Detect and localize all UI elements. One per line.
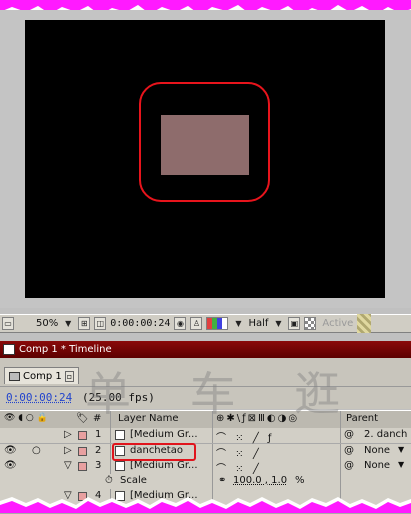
parent-dropdown-icon[interactable]: ▼ (398, 460, 404, 469)
solo-icon[interactable]: ○ (32, 445, 41, 456)
timeline-window-title: Comp 1 * Timeline (19, 344, 112, 355)
timeline-tab-row: Comp 1 ▫ (0, 358, 411, 387)
property-row-scale[interactable]: ⏱ Scale ⚭ 100.0 , 1.0 % (0, 474, 411, 490)
layer-name[interactable]: [Medium Gr... (130, 460, 198, 471)
tab-comp-1-label: Comp 1 (23, 370, 62, 382)
scale-unit: % (295, 475, 305, 486)
pickwhip-icon[interactable]: @ (344, 445, 354, 456)
label-color-swatch[interactable] (78, 431, 87, 440)
rgb-channels-icon[interactable] (206, 317, 229, 330)
resolution-select[interactable]: Half (248, 318, 268, 329)
timeline-current-time[interactable]: 0:00:00:24 (6, 391, 72, 404)
layer-row-2[interactable]: 👁 ○ ▷ 2 danchetao ⌒ ⁙ ╱ @ None ▼ (0, 444, 411, 460)
timeline-time-row: 0:00:00:24 (25.00 fps) (0, 387, 411, 409)
active-camera-select[interactable]: Active (322, 318, 353, 329)
stopwatch-icon[interactable]: ⏱ (105, 475, 113, 486)
layer-name[interactable]: [Medium Gr... (130, 429, 198, 440)
panel-resize-grip[interactable] (357, 314, 372, 333)
expand-arrow-icon[interactable]: ▷ (64, 429, 72, 440)
layer-switches[interactable]: ⌒ ⁙ ╱ (216, 445, 262, 460)
visibility-eye-icon[interactable]: 👁 (4, 460, 17, 471)
resolution-dropdown-icon[interactable]: ▼ (272, 317, 284, 330)
pickwhip-icon[interactable]: @ (344, 460, 354, 471)
snapshot-icon[interactable]: ◫ (94, 317, 107, 330)
tab-close-icon[interactable]: ▫ (64, 370, 75, 382)
expand-arrow-icon[interactable]: ▷ (64, 445, 72, 456)
parent-select[interactable]: 2. danch (364, 429, 407, 440)
always-preview-icon[interactable]: ▭ (2, 317, 14, 330)
comp-icon (9, 371, 20, 381)
parent-dropdown-icon[interactable]: ▼ (398, 445, 404, 454)
frame-rate: (25.00 fps) (82, 391, 155, 404)
layer-switches[interactable]: ⌒ ⁙ ╱ (216, 460, 262, 475)
layer-number: 3 (95, 460, 102, 471)
parent-column-header[interactable]: Parent (346, 413, 378, 424)
parent-select[interactable]: None (364, 445, 390, 456)
label-column-icon: 🏷 (76, 413, 89, 424)
red-highlight-outline (139, 82, 270, 202)
layer-name-column-header[interactable]: Layer Name (118, 413, 179, 424)
layer-switches[interactable]: ⌒ ⁙ ╱ ƒ (216, 429, 274, 444)
switches-header-icon: ⊕✱\ƒ⊠Ⅲ◐◑◎ (216, 413, 300, 424)
tab-comp-1[interactable]: Comp 1 ▫ (4, 367, 80, 384)
parent-select[interactable]: None (364, 460, 390, 471)
timeline-window-icon (3, 344, 15, 355)
torn-edge-bottom (0, 497, 411, 513)
layer-row-1[interactable]: ▷ 1 [Medium Gr... ⌒ ⁙ ╱ ƒ @ 2. danch (0, 428, 411, 444)
camera-icon[interactable]: ◉ (174, 317, 187, 330)
collapse-arrow-icon[interactable]: ▽ (64, 460, 72, 471)
layer-number: 2 (95, 445, 102, 456)
label-color-swatch[interactable] (78, 462, 87, 471)
layer-column-header: 👁 ◖ ○ 🔒 🏷 # Layer Name ⊕✱\ƒ⊠Ⅲ◐◑◎ Parent (0, 410, 411, 430)
viewer-toolbar: ▭ 50% ▼ ⊞ ◫ 0:00:00:24 ◉ ♙ ▼ Half ▼ ▣ Ac… (0, 314, 411, 333)
show-channel-icon[interactable]: ♙ (190, 317, 203, 330)
red-highlight-name-outline (112, 443, 196, 461)
property-name: Scale (120, 475, 147, 486)
number-column-header: # (93, 413, 102, 424)
layer-row-3[interactable]: 👁 ▽ 3 [Medium Gr... ⌒ ⁙ ╱ @ None ▼ (0, 459, 411, 475)
solid-source-icon (115, 430, 125, 440)
zoom-dropdown-icon[interactable]: ▼ (62, 317, 74, 330)
label-color-swatch[interactable] (78, 447, 87, 456)
transparency-grid-icon[interactable] (304, 317, 317, 330)
channel-dropdown-icon[interactable]: ▼ (232, 317, 244, 330)
solid-source-icon (115, 461, 125, 471)
constrain-proportions-icon[interactable]: ⚭ (218, 475, 226, 486)
av-features-header-icon: 👁 ◖ ○ 🔒 (4, 413, 48, 423)
zoom-level[interactable]: 50% (36, 318, 58, 329)
timeline-title-bar[interactable]: Comp 1 * Timeline (0, 341, 411, 358)
current-time-display[interactable]: 0:00:00:24 (110, 318, 170, 329)
scale-value[interactable]: 100.0 , 1.0 (233, 475, 287, 486)
visibility-eye-icon[interactable]: 👁 (4, 445, 17, 456)
layer-number: 1 (95, 429, 102, 440)
region-of-interest-icon[interactable]: ▣ (288, 317, 301, 330)
safe-margins-icon[interactable]: ⊞ (78, 317, 91, 330)
pickwhip-icon[interactable]: @ (344, 429, 354, 440)
